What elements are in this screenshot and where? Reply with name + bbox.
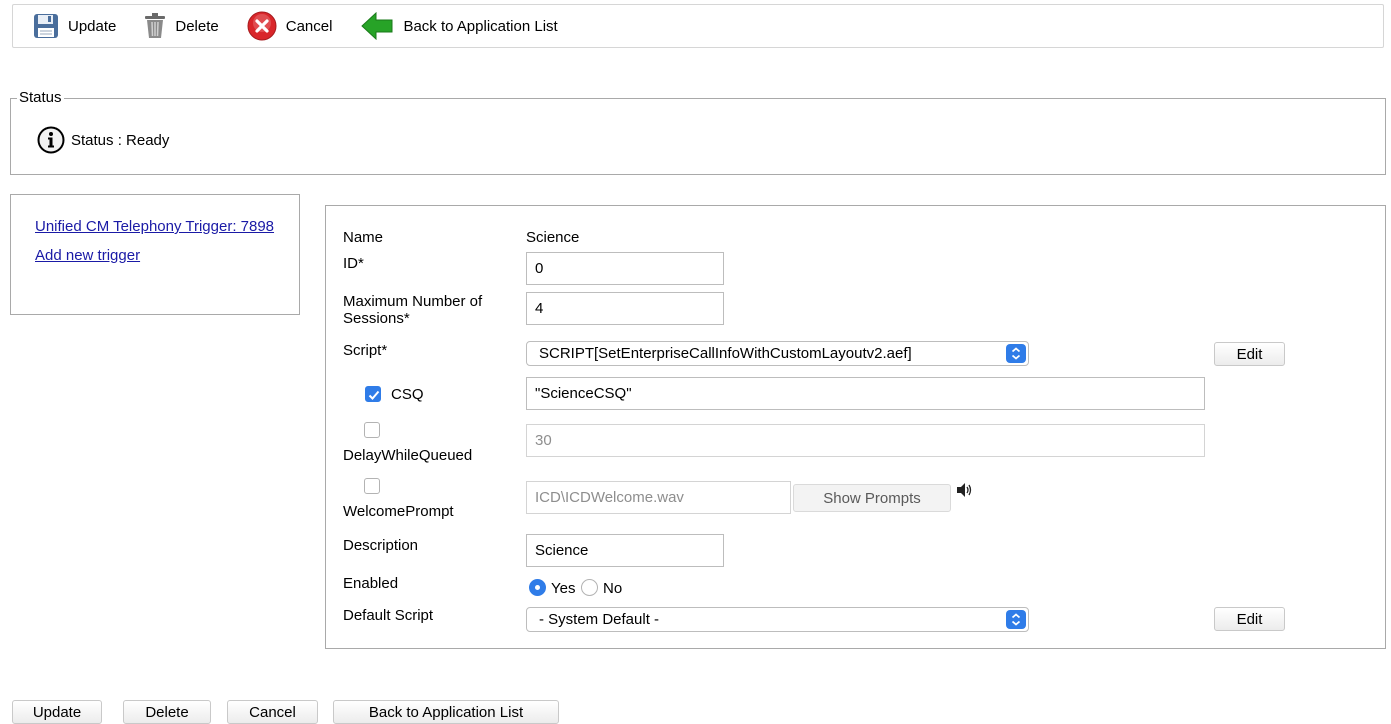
script-select[interactable]: SCRIPT[SetEnterpriseCallInfoWithCustomLa… [526, 341, 1029, 366]
script-select-value: SCRIPT[SetEnterpriseCallInfoWithCustomLa… [539, 345, 912, 362]
toolbar-update-button[interactable]: Update [33, 13, 116, 39]
trigger-panel: Unified CM Telephony Trigger: 7898 Add n… [10, 194, 300, 315]
select-chevron-icon [1006, 344, 1026, 363]
toolbar-back-label: Back to Application List [403, 17, 558, 35]
max-sessions-input[interactable] [526, 292, 724, 325]
description-label: Description [343, 537, 419, 554]
floppy-disk-icon [34, 14, 58, 38]
trigger-link-unified-cm[interactable]: Unified CM Telephony Trigger: 7898 [35, 218, 285, 235]
max-sessions-label: Maximum Number of Sessions* [343, 293, 483, 327]
add-new-trigger-link[interactable]: Add new trigger [35, 247, 299, 264]
default-script-select[interactable]: - System Default - [526, 607, 1029, 632]
green-left-arrow-icon [361, 12, 393, 40]
bottom-delete-button[interactable]: Delete [123, 700, 211, 724]
enabled-no-label: No [603, 580, 623, 597]
welcome-label: WelcomePrompt [343, 503, 454, 520]
enabled-no-radio[interactable] [581, 579, 598, 596]
delay-input[interactable] [526, 424, 1205, 457]
csq-checkbox[interactable] [365, 386, 381, 402]
application-form: Name Science ID* Maximum Number of Sessi… [325, 205, 1386, 649]
info-icon [37, 126, 65, 154]
toolbar-cancel-label: Cancel [285, 17, 333, 35]
toolbar-delete-button[interactable]: Delete [144, 13, 219, 39]
bottom-back-button[interactable]: Back to Application List [333, 700, 559, 724]
name-value: Science [526, 229, 580, 246]
status-legend: Status [17, 89, 64, 107]
welcome-checkbox[interactable] [364, 478, 380, 494]
toolbar-cancel-button[interactable]: Cancel [247, 11, 333, 41]
default-script-label: Default Script [343, 607, 434, 624]
toolbar-update-label: Update [68, 17, 117, 35]
bottom-cancel-button[interactable]: Cancel [227, 700, 318, 724]
show-prompts-button[interactable]: Show Prompts [793, 484, 951, 512]
id-input[interactable] [526, 252, 724, 285]
id-label: ID* [343, 255, 364, 272]
bottom-update-button[interactable]: Update [12, 700, 102, 724]
status-panel: Status Status : Ready [10, 89, 1386, 175]
script-edit-button[interactable]: Edit [1214, 342, 1285, 366]
toolbar-back-button[interactable]: Back to Application List [360, 12, 558, 40]
delay-label: DelayWhileQueued [343, 447, 473, 464]
top-toolbar: Update Delete Cancel Back to Application… [12, 4, 1384, 48]
welcome-input[interactable] [526, 481, 791, 514]
script-label: Script* [343, 342, 388, 359]
name-label: Name [343, 229, 384, 246]
description-input[interactable] [526, 534, 724, 567]
default-script-edit-button[interactable]: Edit [1214, 607, 1285, 631]
csq-label: CSQ [391, 386, 424, 403]
speaker-icon[interactable] [956, 482, 972, 498]
cancel-x-icon [247, 11, 277, 41]
enabled-yes-radio[interactable] [529, 579, 546, 596]
default-script-select-value: - System Default - [539, 611, 660, 628]
toolbar-delete-label: Delete [175, 17, 219, 35]
trash-can-icon [145, 13, 166, 38]
enabled-yes-label: Yes [551, 580, 576, 597]
enabled-label: Enabled [343, 575, 399, 592]
status-text: Status : Ready [71, 131, 170, 149]
delay-checkbox[interactable] [364, 422, 380, 438]
status-row: Status : Ready [37, 126, 169, 154]
select-chevron-icon [1006, 610, 1026, 629]
csq-input[interactable] [526, 377, 1205, 410]
